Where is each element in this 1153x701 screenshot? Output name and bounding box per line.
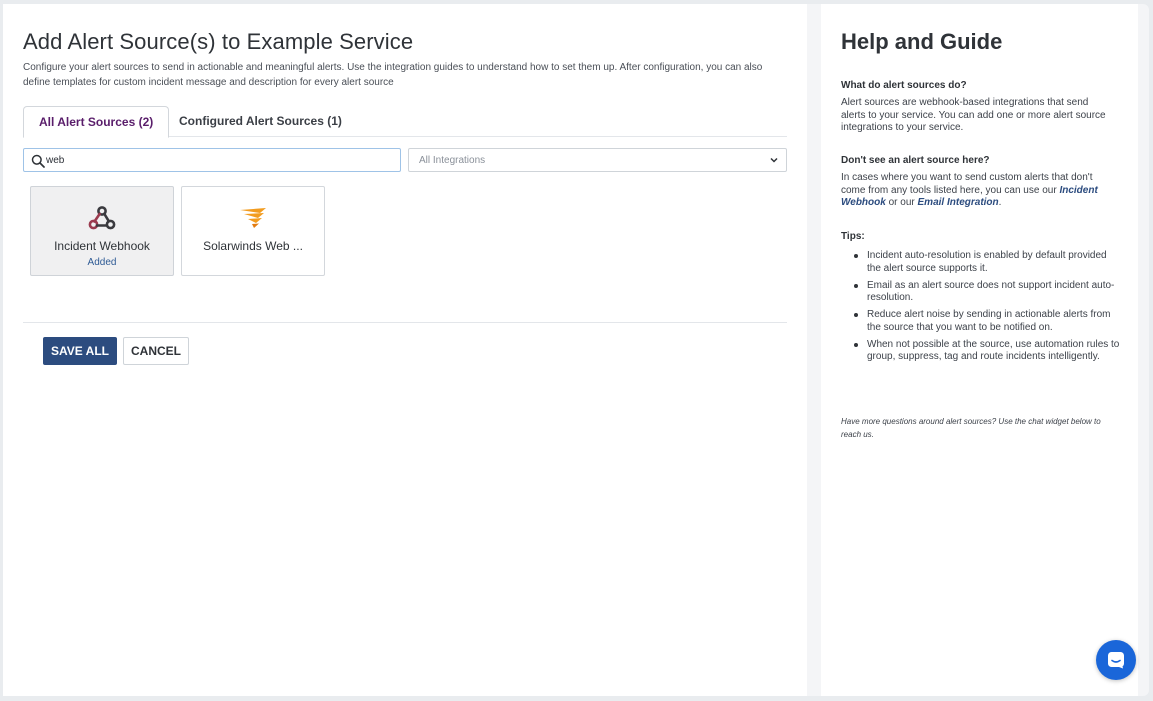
integration-filter-select[interactable]: All Integrations: [408, 148, 787, 172]
save-all-button[interactable]: SAVE ALL: [43, 337, 117, 365]
help-panel: Help and Guide What do alert sources do?…: [821, 4, 1138, 696]
solarwinds-icon: [240, 208, 266, 228]
chevron-down-icon: [770, 157, 778, 163]
main-panel: Add Alert Source(s) to Example Service C…: [3, 4, 807, 696]
chat-widget-button[interactable]: [1096, 640, 1136, 680]
tips-title: Tips:: [841, 231, 865, 242]
divider: [23, 322, 787, 323]
help-question-2: Don't see an alert source here?: [841, 155, 990, 166]
cancel-button[interactable]: CANCEL: [123, 337, 189, 365]
tab-configured-alert-sources[interactable]: Configured Alert Sources (1): [164, 106, 357, 137]
help-answer-2-text: or our: [888, 197, 915, 208]
alert-source-status: Added: [87, 257, 117, 268]
chat-icon: [1108, 652, 1124, 669]
search-field[interactable]: [23, 148, 401, 172]
help-question-1: What do alert sources do?: [841, 80, 967, 91]
list-item: Reduce alert noise by sending in actiona…: [854, 309, 1121, 334]
help-answer-2-text: .: [998, 197, 1002, 208]
alert-source-card-solarwinds[interactable]: Solarwinds Web ...: [181, 186, 325, 276]
tab-bar: All Alert Sources (2) Configured Alert S…: [23, 106, 787, 138]
page-description: Configure your alert sources to send in …: [23, 62, 763, 88]
email-integration-link[interactable]: Email Integration: [918, 197, 999, 208]
list-item: When not possible at the source, use aut…: [854, 338, 1120, 362]
help-answer-2-text: In cases where you want to send custom a…: [841, 172, 1093, 196]
help-answer-1: Alert sources are webhook-based integrat…: [841, 97, 1106, 133]
help-footer: Have more questions around alert sources…: [841, 417, 1101, 439]
tips-list: Incident auto-resolution is enabled by d…: [854, 250, 1121, 368]
search-input[interactable]: [46, 152, 386, 168]
help-title: Help and Guide: [841, 29, 1003, 54]
alert-source-name: Solarwinds Web ...: [203, 239, 303, 253]
integration-filter-value: All Integrations: [419, 155, 486, 166]
search-icon: [31, 154, 45, 168]
help-answer-2: In cases where you want to send custom a…: [841, 172, 1111, 210]
tab-all-alert-sources[interactable]: All Alert Sources (2): [23, 106, 170, 138]
list-item: Email as an alert source does not suppor…: [854, 280, 1121, 305]
webhook-icon: [88, 206, 116, 230]
list-item: Incident auto-resolution is enabled by d…: [854, 250, 1121, 275]
page-title: Add Alert Source(s) to Example Service: [23, 29, 414, 54]
alert-source-card-incident-webhook[interactable]: Incident Webhook Added: [30, 186, 174, 276]
alert-source-name: Incident Webhook: [54, 239, 150, 253]
